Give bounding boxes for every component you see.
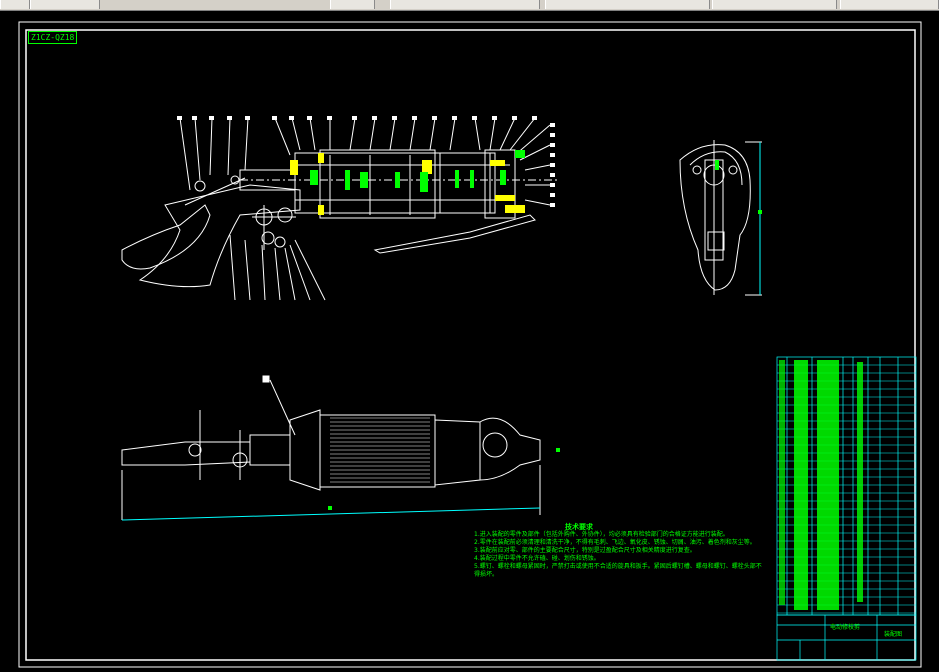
title-block-label: 装配图 [884, 631, 903, 638]
note-line: 4.装配过程中零件不允许磕、碰、划伤和锈蚀。 [474, 555, 600, 562]
front-view-highlights [328, 448, 560, 510]
lower-blade [121, 204, 211, 270]
toolbar-button-4[interactable] [390, 0, 540, 9]
drawing-tag: Z1CZ-QZ18 [28, 31, 78, 44]
note-line: 2.零件在装配前必须清理和清洗干净，不得有毛刺、飞边、氧化皮、锈蚀、切屑、油污、… [474, 539, 756, 546]
toolbar-button-2[interactable] [30, 0, 100, 9]
side-view-highlights [715, 160, 762, 214]
toolbar-button-5[interactable] [545, 0, 710, 9]
technical-notes: 1.进入装配的零件及部件（包括外购件、外协件），均必须具有检验部门的合格证方能进… [474, 531, 764, 579]
toolbar-button-7[interactable] [840, 0, 939, 9]
front-view [121, 375, 541, 521]
side-view [679, 140, 762, 296]
title-block-name: 电动修枝剪 [830, 624, 861, 631]
toolbar-button-1[interactable] [0, 0, 30, 9]
drawing-canvas[interactable]: Z1CZ-QZ18 技术要求 1.进入装配的零件及部件（包括外购件、外协件），均… [0, 10, 939, 672]
toolbar-button-3[interactable] [330, 0, 375, 9]
note-line: 3.装配前应对零、部件的主要配合尺寸，特别是过盈配合尺寸及相关精度进行复查。 [474, 547, 696, 554]
cad-drawing [18, 21, 922, 668]
main-section-view [121, 116, 560, 301]
note-line: 5.螺钉、螺栓和螺母紧固时，严禁打击或使用不合适的旋具和扳手。紧固后螺钉槽、螺母… [474, 563, 762, 578]
toolbar-button-6[interactable] [712, 0, 837, 9]
note-line: 1.进入装配的零件及部件（包括外购件、外协件），均必须具有检验部门的合格证方能进… [474, 531, 729, 538]
upper-blade [138, 184, 301, 288]
outer-frame [18, 21, 922, 668]
front-view-ribs [330, 417, 430, 483]
